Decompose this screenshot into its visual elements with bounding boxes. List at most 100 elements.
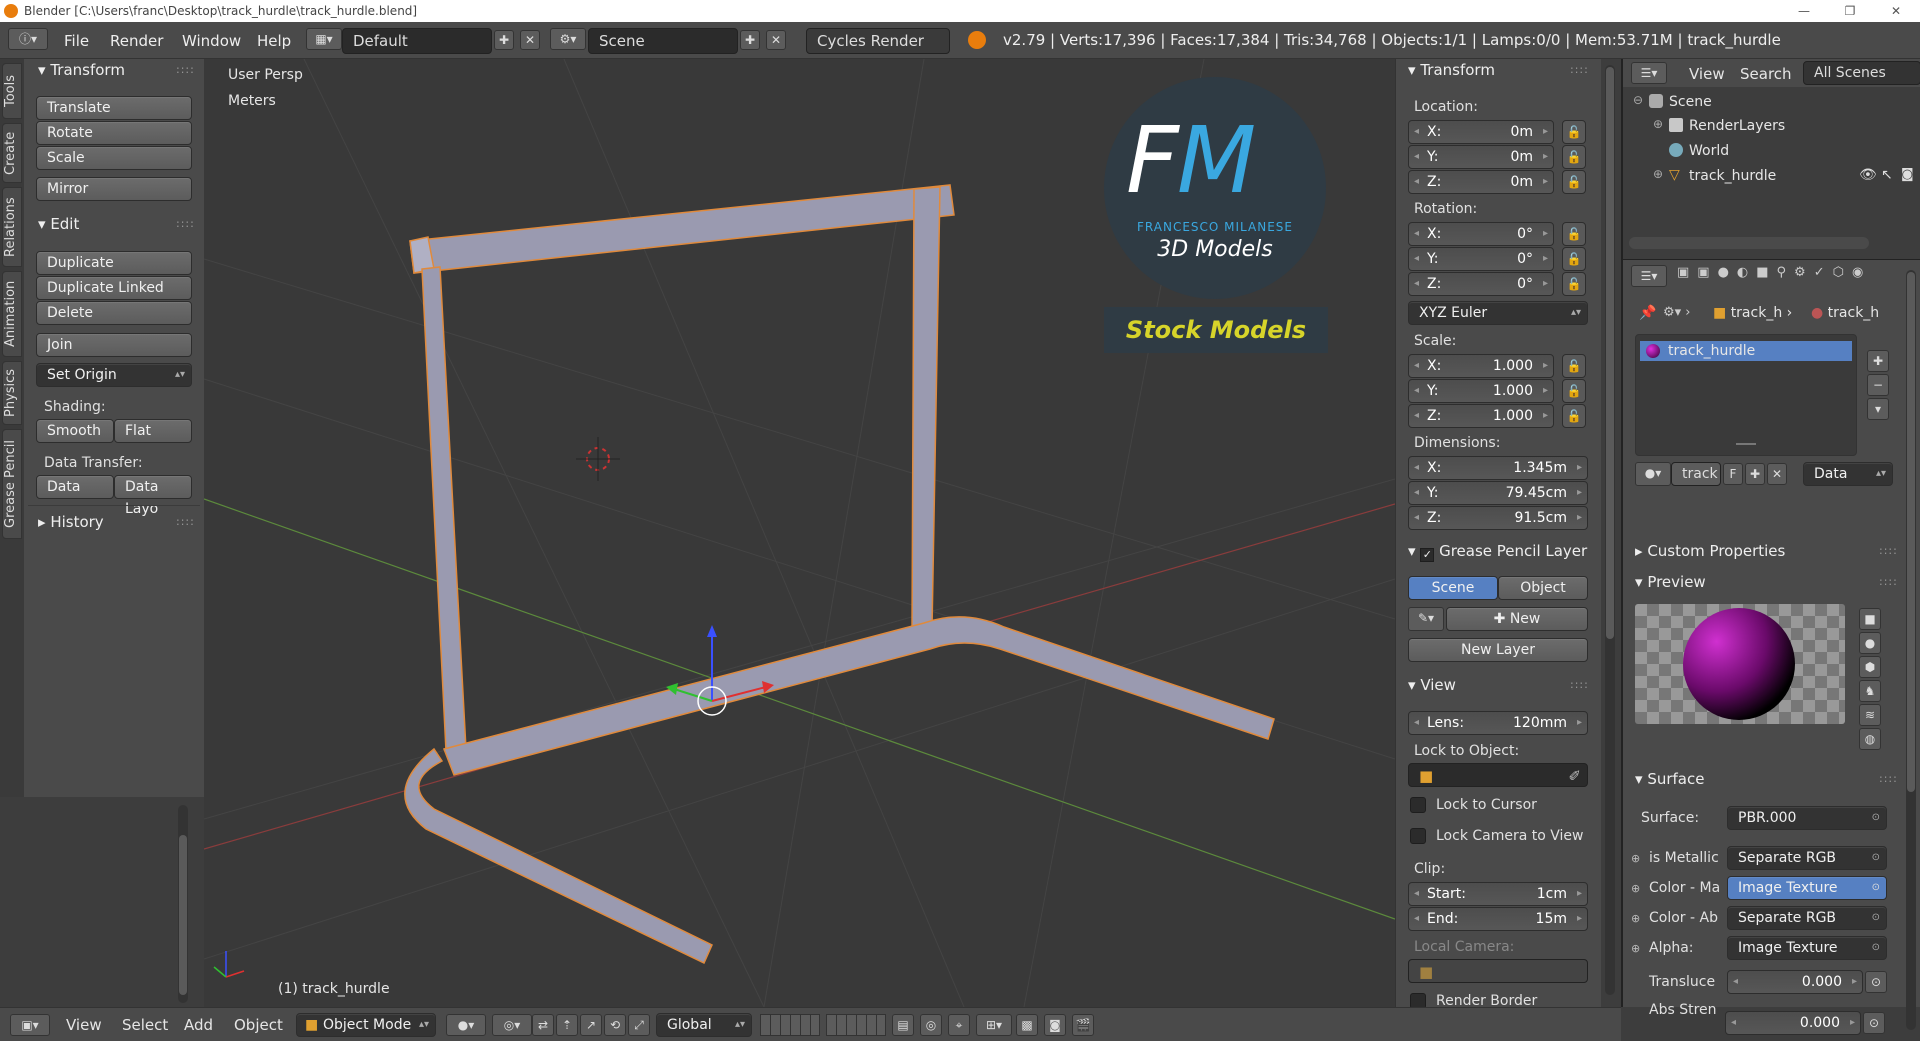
new-material-icon[interactable]: ✚ — [1745, 463, 1765, 485]
eye-icon[interactable]: 👁 — [1859, 167, 1877, 183]
edit-panel-header[interactable]: ▾ Edit — [38, 215, 79, 233]
minimize-icon[interactable]: — — [1790, 0, 1818, 22]
lock-icon[interactable]: 🔓 — [1562, 247, 1586, 271]
scale-z-field[interactable]: ◂ Z: 1.000 ▸ — [1408, 404, 1554, 428]
add-slot-icon[interactable]: ✚ — [1867, 350, 1889, 372]
snap-element-icon[interactable]: ⊞▾ — [976, 1014, 1012, 1036]
remove-layout-icon[interactable]: ✕ — [520, 30, 540, 50]
pin-icon[interactable]: 📌 — [1639, 305, 1656, 321]
menu-add[interactable]: Add — [184, 1016, 213, 1034]
view-panel-header[interactable]: ▾ View — [1408, 676, 1456, 694]
resize-grip-icon[interactable] — [1736, 443, 1756, 445]
tab-relations[interactable]: Relations — [2, 187, 22, 267]
outliner-display-select[interactable]: All Scenes — [1803, 61, 1920, 85]
properties-editor-icon[interactable]: ☰▾ — [1631, 265, 1667, 287]
snap-toggle-icon[interactable]: ⌖ — [948, 1014, 970, 1036]
expand-icon[interactable]: ⊕ — [1653, 167, 1663, 181]
preview-flat-icon[interactable]: ■ — [1859, 608, 1881, 630]
panel-grip-icon[interactable]: :::: — [176, 63, 195, 76]
input-link-color-ab[interactable]: Separate RGB ⊙ — [1727, 906, 1887, 930]
join-button[interactable]: Join — [36, 333, 192, 357]
outliner-item-renderlayers[interactable]: RenderLayers — [1689, 118, 1785, 134]
scrollbar[interactable] — [1605, 65, 1615, 995]
scale-y-field[interactable]: ◂ Y: 1.000 ▸ — [1408, 379, 1554, 403]
socket-icon[interactable]: ⊙ — [1865, 971, 1887, 993]
panel-grip-icon[interactable]: :::: — [1570, 63, 1589, 76]
duplicate-linked-button[interactable]: Duplicate Linked — [36, 276, 192, 300]
lock-icon[interactable]: 🔓 — [1562, 354, 1586, 378]
screen-layout-field[interactable]: Default — [342, 28, 492, 54]
unlink-material-icon[interactable]: ✕ — [1767, 463, 1787, 485]
location-z-field[interactable]: ◂ Z: 0m ▸ — [1408, 170, 1554, 194]
viewport-3d[interactable]: User Persp Meters (1) track_hurdle FM FR… — [204, 59, 1395, 1007]
fake-user-button[interactable]: F — [1723, 463, 1743, 485]
gp-new-button[interactable]: ✚ New — [1446, 607, 1588, 631]
manipulator-toggle-icon[interactable]: ⇄ — [532, 1014, 554, 1036]
preview-header[interactable]: ▾ Preview — [1635, 573, 1706, 591]
transform-panel-header[interactable]: ▾ Transform — [38, 61, 125, 79]
gp-object-tab[interactable]: Object — [1498, 576, 1588, 600]
manipulator-extra-icon[interactable]: ⤢ — [628, 1014, 650, 1036]
checkbox-checked-icon[interactable]: ✓ — [1420, 548, 1435, 562]
tab-grease-pencil[interactable]: Grease Pencil — [2, 429, 22, 539]
preview-sphere-icon[interactable]: ● — [1859, 632, 1881, 654]
dimension-z-field[interactable]: ◂ Z: 91.5cm ▸ — [1408, 506, 1588, 530]
menu-select[interactable]: Select — [122, 1016, 168, 1034]
surface-shader-select[interactable]: PBR.000 ⊙ — [1727, 806, 1887, 830]
material-slot-item[interactable]: track_hurdle — [1640, 341, 1852, 361]
layers-row-1-icon[interactable] — [760, 1014, 820, 1036]
preview-hair-icon[interactable]: ≋ — [1859, 704, 1881, 726]
screen-layout-icon[interactable]: ▦▾ — [306, 28, 342, 50]
clip-end-field[interactable]: ◂ End: 15m ▸ — [1408, 907, 1588, 931]
input-expand-icon[interactable]: ⊕ — [1631, 942, 1640, 955]
render-still-icon[interactable]: ◙ — [1044, 1014, 1066, 1036]
rotate-button[interactable]: Rotate — [36, 121, 192, 145]
rotation-mode-select[interactable]: XYZ Euler ▴▾ — [1408, 301, 1588, 325]
lock-object-field[interactable]: ■ ✐ — [1408, 763, 1588, 787]
menu-render[interactable]: Render — [110, 32, 163, 50]
expand-icon[interactable]: ⊕ — [1653, 117, 1663, 131]
menu-help[interactable]: Help — [257, 32, 291, 50]
lock-icon[interactable]: 🔓 — [1562, 222, 1586, 246]
context-tabs-icons[interactable]: ▣▣●◐■⚲⚙✓⬡◉ — [1677, 265, 1917, 287]
lock-cursor-checkbox[interactable] — [1410, 797, 1426, 813]
translate-button[interactable]: Translate — [36, 96, 192, 120]
panel-grip-icon[interactable]: :::: — [1570, 678, 1589, 691]
input-expand-icon[interactable]: ⊕ — [1631, 852, 1640, 865]
eyedropper-icon[interactable]: ✐ — [1568, 764, 1581, 788]
input-link-color-ma[interactable]: Image Texture ⊙ — [1727, 876, 1887, 900]
outliner-hscrollbar[interactable] — [1629, 237, 1869, 249]
remove-scene-icon[interactable]: ✕ — [766, 30, 786, 50]
tab-animation[interactable]: Animation — [2, 271, 22, 357]
scene-field[interactable]: Scene — [588, 28, 738, 54]
info-editor-icon[interactable]: ⓘ▾ — [8, 28, 48, 50]
render-camera-icon[interactable]: ◙ — [1901, 167, 1914, 182]
mirror-button[interactable]: Mirror — [36, 177, 192, 201]
duplicate-button[interactable]: Duplicate — [36, 251, 192, 275]
lock-icon[interactable]: 🔓 — [1562, 170, 1586, 194]
scene-icon[interactable]: ⚙▾ — [550, 28, 586, 50]
collapse-icon[interactable]: ⊖ — [1633, 93, 1643, 107]
slot-menu-icon[interactable]: ▾ — [1867, 398, 1889, 420]
panel-grip-icon[interactable]: :::: — [176, 515, 195, 528]
abs-strength-field[interactable]: ◂ 0.000 ▸ — [1725, 1011, 1861, 1035]
add-layout-icon[interactable]: ✚ — [494, 30, 514, 50]
render-animation-icon[interactable]: 🎬 — [1072, 1014, 1094, 1036]
menu-view[interactable]: View — [66, 1016, 102, 1034]
preview-world-icon[interactable]: ◍ — [1859, 728, 1881, 750]
remove-slot-icon[interactable]: − — [1867, 374, 1889, 396]
menu-file[interactable]: File — [64, 32, 89, 50]
scale-x-field[interactable]: ◂ X: 1.000 ▸ — [1408, 354, 1554, 378]
3d-view-editor-icon[interactable]: ▣▾ — [10, 1014, 50, 1036]
rotation-x-field[interactable]: ◂ X: 0° ▸ — [1408, 222, 1554, 246]
scrollbar[interactable] — [178, 805, 188, 1003]
set-origin-select[interactable]: Set Origin ▴▾ — [36, 363, 192, 387]
outliner-editor-icon[interactable]: ☰▾ — [1631, 62, 1667, 84]
mode-select[interactable]: ■ Object Mode ▴▾ — [296, 1013, 436, 1037]
pencil-icon[interactable]: ✎▾ — [1408, 607, 1444, 631]
custom-properties-header[interactable]: ▸ Custom Properties — [1635, 542, 1785, 560]
delete-button[interactable]: Delete — [36, 301, 192, 325]
material-link-select[interactable]: Data ▴▾ — [1803, 462, 1893, 486]
socket-icon[interactable]: ⊙ — [1863, 1012, 1885, 1034]
outliner-item-track-hurdle[interactable]: track_hurdle — [1689, 168, 1776, 184]
